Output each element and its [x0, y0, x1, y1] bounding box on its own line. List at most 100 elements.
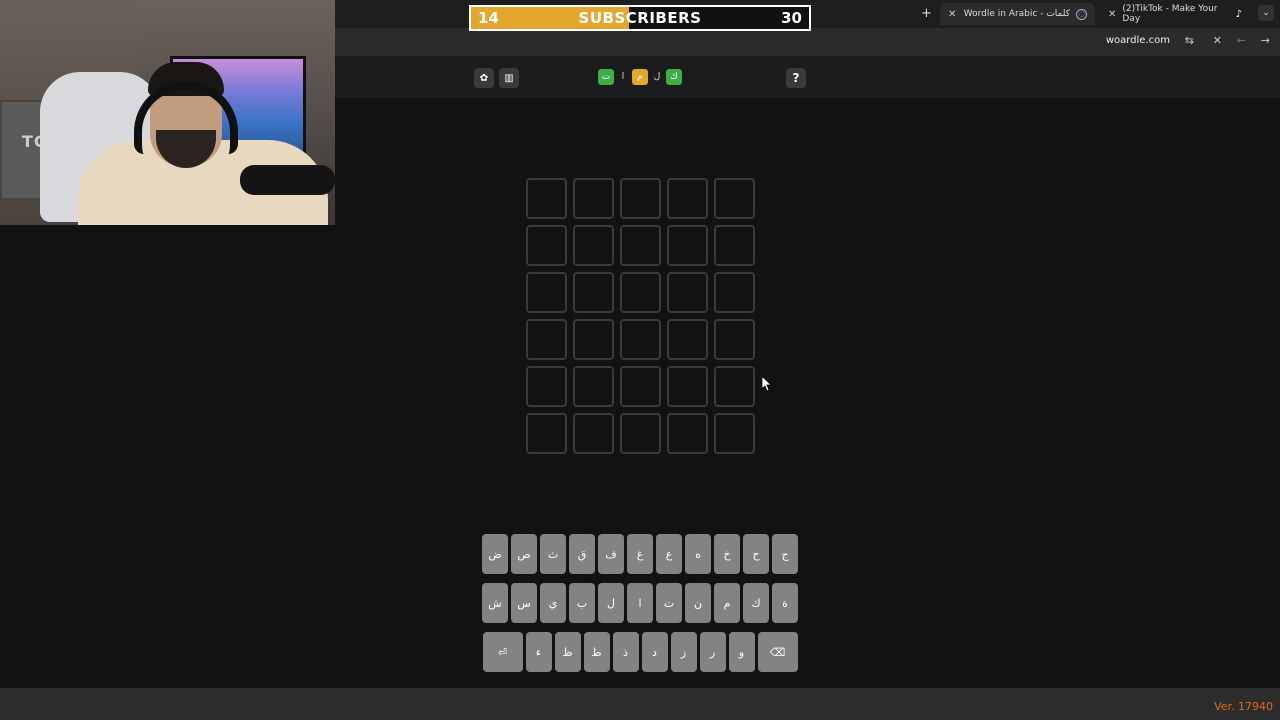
- subscriber-goal-bar: SUBSCRIBERS 14 30: [469, 5, 811, 31]
- board-cell: [620, 319, 661, 360]
- board-cell: [573, 272, 614, 313]
- board-cell: [573, 225, 614, 266]
- close-icon[interactable]: ✕: [948, 9, 956, 20]
- keyboard-key[interactable]: س: [511, 583, 537, 623]
- board-cell: [667, 319, 708, 360]
- game-board: [526, 178, 755, 454]
- screen: + ✕ Wordle in Arabic - كلمات ◌ ✕ (2)TikT…: [0, 0, 1280, 720]
- url-text[interactable]: woardle.com: [1106, 35, 1170, 46]
- keyboard-key[interactable]: ن: [685, 583, 711, 623]
- keyboard-row-2: شسيبلاتنمكة: [479, 583, 801, 623]
- back-arrow-icon[interactable]: ←: [1237, 34, 1246, 47]
- site-favicon-icon: ◌: [1076, 8, 1087, 20]
- game-logo: ت ا م ل ك: [598, 69, 682, 85]
- keyboard-key[interactable]: ق: [569, 534, 595, 574]
- tab-title: Wordle in Arabic - كلمات: [963, 9, 1070, 19]
- help-button[interactable]: ?: [786, 68, 806, 88]
- keyboard-key[interactable]: و: [728, 632, 755, 672]
- board-cell: [620, 178, 661, 219]
- keyboard-key[interactable]: د: [641, 632, 668, 672]
- forward-arrow-icon[interactable]: →: [1261, 34, 1270, 47]
- keyboard-key[interactable]: ك: [743, 583, 769, 623]
- board-cell: [620, 366, 661, 407]
- stop-icon[interactable]: ✕: [1213, 34, 1222, 47]
- gear-icon: ✿: [479, 72, 489, 84]
- board-cell: [667, 413, 708, 454]
- keyboard-key[interactable]: ع: [656, 534, 682, 574]
- keyboard-key[interactable]: ص: [511, 534, 537, 574]
- board-cell: [714, 225, 755, 266]
- keyboard-key[interactable]: ظ: [554, 632, 581, 672]
- address-bar: woardle.com ⇆ ✕ ← →: [335, 28, 1280, 56]
- tab-title: (2)TikTok - Make Your Day: [1122, 4, 1218, 24]
- board-cell: [573, 366, 614, 407]
- board-cell: [573, 413, 614, 454]
- keyboard-key[interactable]: ت: [656, 583, 682, 623]
- keyboard-key[interactable]: ي: [540, 583, 566, 623]
- enter-icon: ⏎: [497, 645, 508, 659]
- logo-tile: م: [632, 69, 648, 85]
- board-cell: [526, 225, 567, 266]
- help-icon: ?: [792, 71, 800, 85]
- keyboard-key[interactable]: خ: [714, 534, 740, 574]
- microphone-icon: [240, 165, 335, 195]
- board-cell: [620, 225, 661, 266]
- board-cell: [620, 272, 661, 313]
- site-settings-icon[interactable]: ⇆: [1185, 34, 1194, 47]
- tab-menu-chevron-down-icon[interactable]: ⌄: [1258, 5, 1274, 21]
- keyboard-key[interactable]: ض: [482, 534, 508, 574]
- keyboard-key[interactable]: ة: [772, 583, 798, 623]
- board-cell: [714, 178, 755, 219]
- board-cell: [667, 225, 708, 266]
- logo-tile: ا: [621, 72, 625, 82]
- tab-wordle-arabic[interactable]: ✕ Wordle in Arabic - كلمات ◌: [940, 3, 1095, 25]
- keyboard-key[interactable]: ه: [685, 534, 711, 574]
- tab-tiktok[interactable]: ✕ (2)TikTok - Make Your Day ♪: [1100, 3, 1250, 25]
- board-cell: [526, 366, 567, 407]
- backspace-key[interactable]: ⌫: [757, 632, 798, 672]
- keyboard-key[interactable]: م: [714, 583, 740, 623]
- keyboard-key[interactable]: ز: [670, 632, 697, 672]
- board-cell: [667, 178, 708, 219]
- logo-tile: ل: [653, 72, 661, 82]
- keyboard-key[interactable]: ث: [540, 534, 566, 574]
- board-cell: [714, 366, 755, 407]
- board-cell: [714, 413, 755, 454]
- keyboard-key[interactable]: ء: [525, 632, 552, 672]
- backspace-icon: ⌫: [769, 645, 786, 659]
- new-tab-button[interactable]: +: [921, 6, 932, 21]
- board-cell: [526, 272, 567, 313]
- settings-button[interactable]: ✿: [474, 68, 494, 88]
- subscriber-label: SUBSCRIBERS: [578, 9, 702, 27]
- keyboard-key[interactable]: غ: [627, 534, 653, 574]
- board-cell: [526, 178, 567, 219]
- keyboard-key[interactable]: ط: [583, 632, 610, 672]
- keyboard-key[interactable]: ل: [598, 583, 624, 623]
- board-cell: [620, 413, 661, 454]
- stats-button[interactable]: ▥: [499, 68, 519, 88]
- keyboard-key[interactable]: ا: [627, 583, 653, 623]
- board-cell: [573, 178, 614, 219]
- version-label: Ver. 17940: [1214, 700, 1273, 713]
- subscriber-current: 14: [478, 9, 499, 27]
- logo-tile: ت: [598, 69, 614, 85]
- board-cell: [526, 413, 567, 454]
- bar-chart-icon: ▥: [504, 72, 514, 84]
- keyboard-key[interactable]: ح: [743, 534, 769, 574]
- keyboard-key[interactable]: ر: [699, 632, 726, 672]
- keyboard-key[interactable]: ب: [569, 583, 595, 623]
- keyboard-key[interactable]: ف: [598, 534, 624, 574]
- logo-tile: ك: [666, 69, 682, 85]
- keyboard-row-3: ⏎ ء ظ ط ذ د ز ر و ⌫: [479, 632, 801, 672]
- keyboard-key[interactable]: ج: [772, 534, 798, 574]
- board-cell: [714, 319, 755, 360]
- webcam-overlay: TCL: [0, 0, 335, 225]
- keyboard-row-1: ضصثقفغعهخحج: [479, 534, 801, 574]
- keyboard-key[interactable]: ش: [482, 583, 508, 623]
- board-cell: [573, 319, 614, 360]
- close-icon[interactable]: ✕: [1108, 9, 1116, 20]
- board-cell: [526, 319, 567, 360]
- keyboard-key[interactable]: ذ: [612, 632, 639, 672]
- enter-key[interactable]: ⏎: [482, 632, 523, 672]
- subscriber-goal: 30: [781, 9, 802, 27]
